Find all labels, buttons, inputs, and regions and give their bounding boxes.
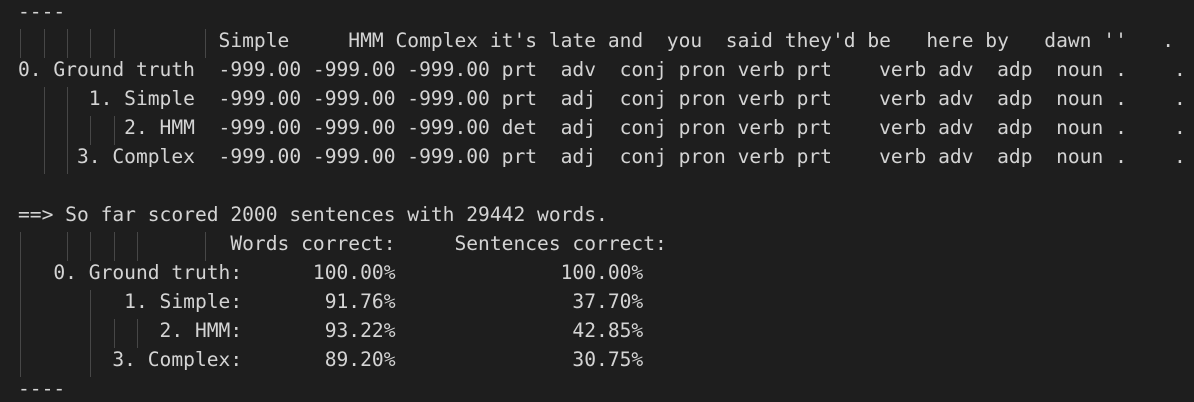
table-header-line: Simple HMM Complex it's late and you sai… — [18, 29, 1175, 52]
table-row: 0. Ground truth -999.00 -999.00 -999.00 … — [18, 58, 1186, 81]
table-row: 2. HMM -999.00 -999.00 -999.00 det adj c… — [18, 116, 1186, 139]
table-row: 1. Simple -999.00 -999.00 -999.00 prt ad… — [18, 87, 1186, 110]
score-row: 0. Ground truth: 100.00% 100.00% — [18, 261, 644, 284]
separator-line: ---- — [18, 377, 66, 400]
score-row: 3. Complex: 89.20% 30.75% — [18, 348, 644, 371]
terminal-output: ---- Simple HMM Complex it's late and yo… — [0, 0, 1194, 402]
table-row: 3. Complex -999.00 -999.00 -999.00 prt a… — [18, 145, 1186, 168]
score-row: 1. Simple: 91.76% 37.70% — [18, 290, 644, 313]
separator-line: ---- — [18, 0, 66, 23]
score-header-line: Words correct: Sentences correct: — [18, 232, 667, 255]
summary-line: ==> So far scored 2000 sentences with 29… — [18, 203, 608, 226]
score-row: 2. HMM: 93.22% 42.85% — [18, 319, 644, 342]
